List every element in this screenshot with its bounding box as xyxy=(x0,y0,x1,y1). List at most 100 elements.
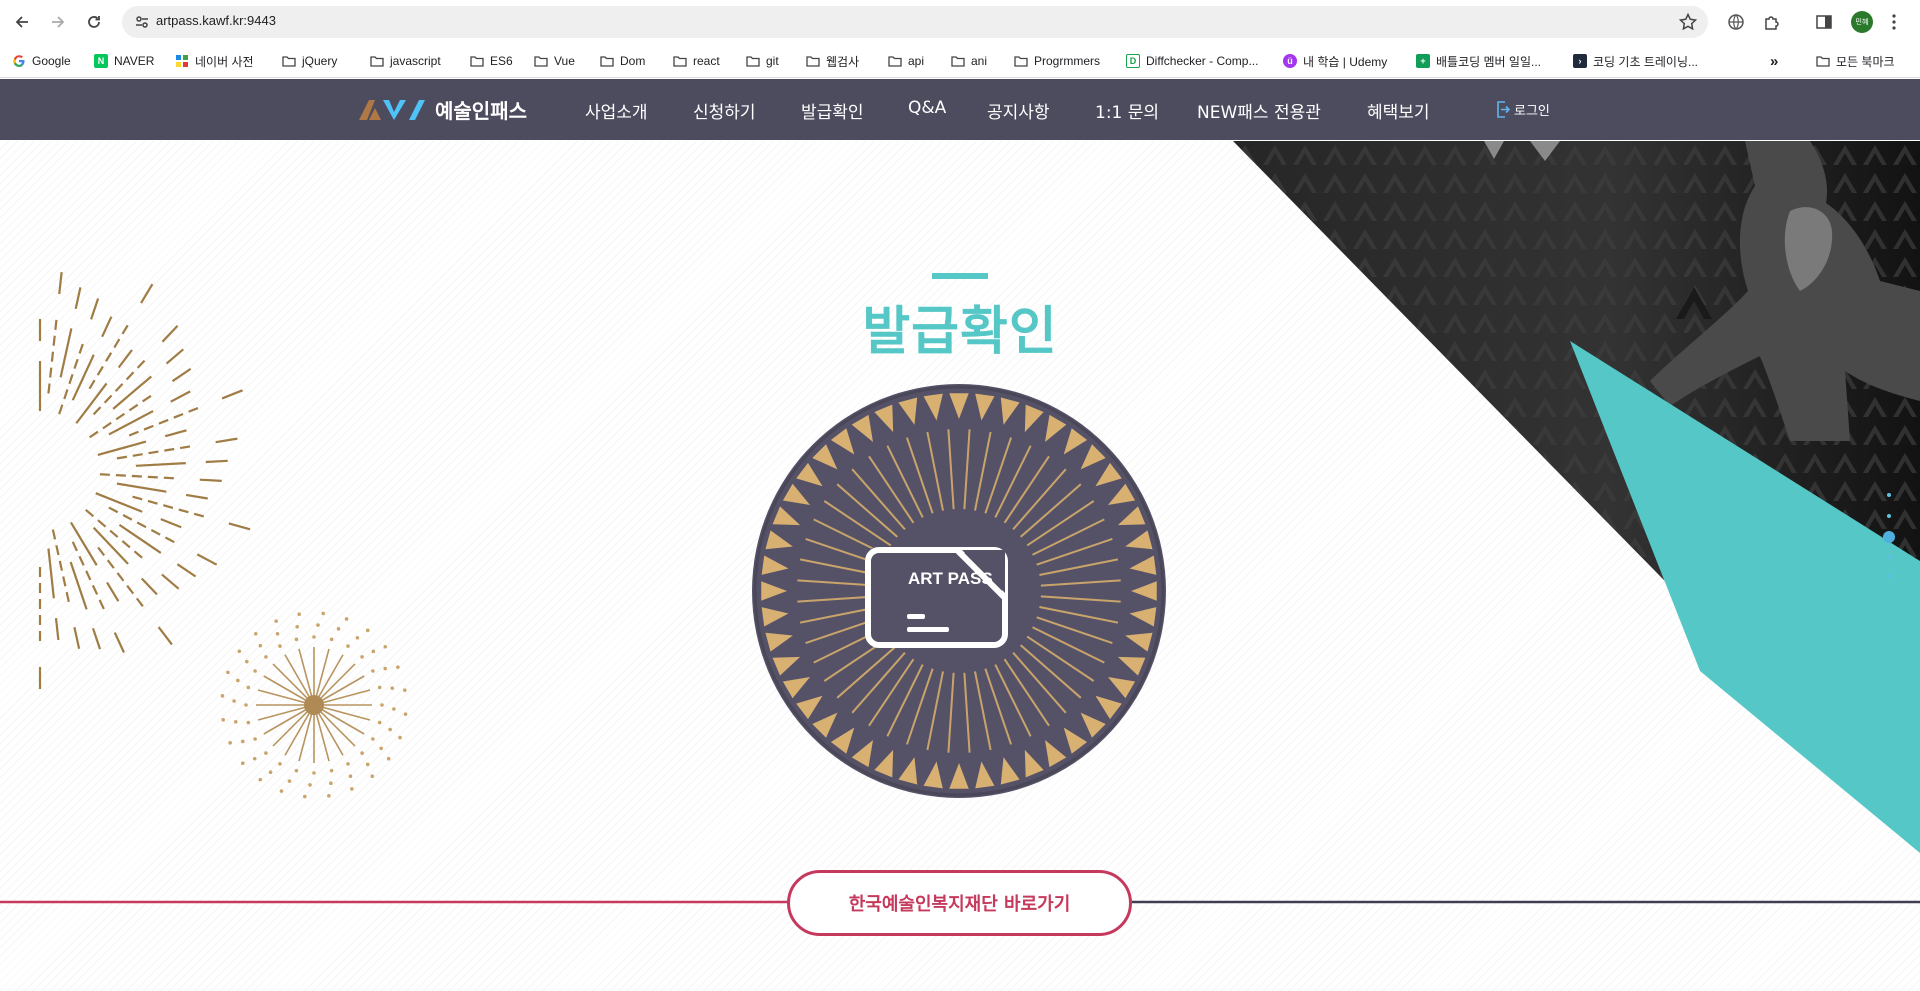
firework-burst-large xyxy=(38,272,251,689)
more-menu-icon[interactable] xyxy=(1883,11,1905,33)
naver-icon: N xyxy=(94,54,108,68)
folder-icon xyxy=(951,54,965,68)
bookmark-label: javascript xyxy=(390,54,441,68)
login-button[interactable]: 로그인 xyxy=(1496,100,1550,119)
nav-qna[interactable]: Q&A xyxy=(908,98,946,118)
folder-icon xyxy=(806,54,820,68)
site-header: 예술인패스 사업소개 신청하기 발급확인 Q&A 공지사항 1:1 문의 NEW… xyxy=(0,79,1920,140)
site-logo[interactable]: 예술인패스 xyxy=(359,96,527,123)
extension-globe-icon[interactable] xyxy=(1725,11,1747,33)
bookmark-label: NAVER xyxy=(114,54,155,68)
folder-icon xyxy=(1816,54,1830,68)
login-icon xyxy=(1497,101,1510,118)
bookmark-label: ES6 xyxy=(490,54,513,68)
login-label: 로그인 xyxy=(1514,104,1550,119)
nav-benefits[interactable]: 혜택보기 xyxy=(1367,98,1430,123)
art-pass-card-icon xyxy=(865,547,1008,648)
bookmark-star-icon[interactable] xyxy=(1678,12,1698,32)
bookmark-folder-jquery[interactable]: jQuery xyxy=(282,52,337,70)
bookmark-folder-git[interactable]: git xyxy=(746,52,779,70)
bookmark-folder-vue[interactable]: Vue xyxy=(534,52,575,70)
bookmarks-overflow-button[interactable]: » xyxy=(1770,52,1778,70)
bookmark-folder-react[interactable]: react xyxy=(673,52,720,70)
bookmark-label: 배틀코딩 멤버 일일... xyxy=(1436,54,1541,69)
pager-dot-2[interactable] xyxy=(1887,514,1891,518)
nav-notices[interactable]: 공지사항 xyxy=(987,98,1050,123)
bookmark-folder-api[interactable]: api xyxy=(888,52,924,70)
bookmark-folder-ani[interactable]: ani xyxy=(951,52,987,70)
bookmarks-bar: Google N NAVER 네이버 사전 jQuery javascript … xyxy=(0,44,1920,78)
page-title: 발급확인 xyxy=(862,302,1058,362)
bookmark-udemy[interactable]: ü 내 학습 | Udemy xyxy=(1283,52,1387,70)
side-panel-icon[interactable] xyxy=(1813,11,1835,33)
pager-dot-5[interactable] xyxy=(1887,574,1891,578)
firework-dots xyxy=(220,611,408,799)
bookmark-label: jQuery xyxy=(302,54,338,68)
bookmark-label: Progrmmers xyxy=(1034,54,1101,68)
folder-icon xyxy=(534,54,548,68)
bookmark-coding-training[interactable]: › 코딩 기초 트레이닝... xyxy=(1573,52,1698,70)
bookmark-label: ani xyxy=(971,54,988,68)
bookmark-label: 내 학습 | Udemy xyxy=(1303,54,1388,69)
reload-icon[interactable] xyxy=(82,10,106,34)
forward-icon[interactable] xyxy=(46,10,70,34)
nav-issuance-check[interactable]: 발급확인 xyxy=(801,98,864,123)
bookmark-naver-dictionary[interactable]: 네이버 사전 xyxy=(175,52,254,70)
folder-icon xyxy=(600,54,614,68)
folder-icon xyxy=(1014,54,1028,68)
bookmark-label: 코딩 기초 트레이닝... xyxy=(1593,54,1698,69)
bookmark-label: 모든 북마크 xyxy=(1836,54,1895,69)
naver-dictionary-icon xyxy=(175,54,189,68)
bookmark-label: Vue xyxy=(554,54,575,68)
bookmark-diffchecker[interactable]: D Diffchecker - Comp... xyxy=(1126,52,1258,70)
folder-icon xyxy=(282,54,296,68)
bookmark-label: Dom xyxy=(620,54,646,68)
pager-dot-1[interactable] xyxy=(1887,493,1891,497)
bookmark-google[interactable]: Google xyxy=(12,52,71,70)
pager-dot-active[interactable] xyxy=(1883,531,1895,543)
art-pass-card-label: ART PASS xyxy=(908,569,993,588)
bookmark-label: 웹검사 xyxy=(826,54,860,69)
nav-business-intro[interactable]: 사업소개 xyxy=(585,98,648,123)
bookmark-folder-dom[interactable]: Dom xyxy=(600,52,645,70)
programmers-icon: › xyxy=(1573,54,1587,68)
url-text[interactable]: artpass.kawf.kr:9443 xyxy=(156,13,276,28)
address-bar[interactable]: artpass.kawf.kr:9443 xyxy=(122,6,1708,38)
all-bookmarks-folder[interactable]: 모든 북마크 xyxy=(1816,52,1895,70)
bookmark-label: api xyxy=(908,54,925,68)
bookmark-sheets[interactable]: + 배틀코딩 멤버 일일... xyxy=(1416,52,1541,70)
bookmark-naver[interactable]: N NAVER xyxy=(94,52,154,70)
folder-icon xyxy=(370,54,384,68)
bookmark-label: git xyxy=(766,54,779,68)
pager-dot-4[interactable] xyxy=(1887,555,1891,559)
folder-icon xyxy=(470,54,484,68)
diffchecker-icon: D xyxy=(1126,54,1140,68)
nav-apply[interactable]: 신청하기 xyxy=(693,98,756,123)
folder-icon xyxy=(746,54,760,68)
bookmark-label: Diffchecker - Comp... xyxy=(1146,54,1259,68)
google-icon xyxy=(12,54,26,68)
back-icon[interactable] xyxy=(10,10,34,34)
bookmark-folder-javascript[interactable]: javascript xyxy=(370,52,441,70)
title-accent-bar xyxy=(932,273,988,279)
browser-toolbar: artpass.kawf.kr:9443 민혜 xyxy=(0,0,1920,44)
bookmark-folder-es6[interactable]: ES6 xyxy=(470,52,513,70)
folder-icon xyxy=(888,54,902,68)
bookmark-folder-web-inspect[interactable]: 웹검사 xyxy=(806,52,859,70)
sheets-icon: + xyxy=(1416,54,1430,68)
bookmark-label: react xyxy=(693,54,720,68)
extensions-puzzle-icon[interactable] xyxy=(1761,11,1783,33)
nav-new-pass-hall[interactable]: NEW패스 전용관 xyxy=(1197,98,1321,123)
kawf-link-button[interactable]: 한국예술인복지재단 바로가기 xyxy=(787,870,1132,936)
site-info-icon[interactable] xyxy=(134,14,150,30)
main-visual: 발급확인 ART PASS 한국예술인복지재단 바로가기 xyxy=(0,141,1920,991)
logo-mark-icon xyxy=(359,100,425,120)
bookmark-label: Google xyxy=(32,54,71,68)
udemy-icon: ü xyxy=(1283,54,1297,68)
profile-avatar[interactable]: 민혜 xyxy=(1851,11,1873,33)
nav-inquiry[interactable]: 1:1 문의 xyxy=(1095,98,1159,123)
art-pass-emblem xyxy=(752,384,1166,798)
logo-text: 예술인패스 xyxy=(435,98,527,123)
bookmark-folder-programmers[interactable]: Progrmmers xyxy=(1014,52,1100,70)
bookmark-label: 네이버 사전 xyxy=(195,54,254,69)
